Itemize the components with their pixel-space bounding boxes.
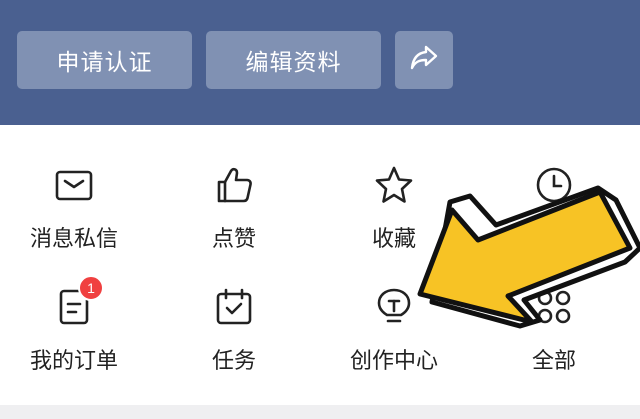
profile-header: 申请认证 编辑资料	[0, 0, 640, 125]
lightbulb-icon	[374, 287, 414, 327]
star-icon	[374, 165, 414, 205]
apply-verification-button[interactable]: 申请认证	[17, 31, 192, 89]
menu-item-messages[interactable]: 消息私信	[0, 125, 154, 252]
menu-item-likes[interactable]: 点赞	[154, 125, 314, 252]
thumbs-up-icon	[214, 165, 254, 205]
menu-item-tasks[interactable]: 任务	[154, 247, 314, 374]
edit-profile-button[interactable]: 编辑资料	[206, 31, 381, 89]
menu-item-creator-center[interactable]: 创作中心	[314, 247, 474, 374]
menu-item-all[interactable]: 全部	[474, 247, 634, 374]
message-envelope-icon	[54, 165, 94, 205]
menu-item-label: 任务	[211, 349, 256, 374]
menu-item-label: 创作中心	[349, 349, 438, 374]
share-button[interactable]	[395, 31, 453, 89]
clock-icon	[534, 165, 574, 205]
menu-item-favorites[interactable]: 收藏	[314, 125, 474, 252]
calendar-check-icon	[214, 287, 254, 327]
menu-item-label: 全部	[531, 349, 576, 374]
order-icon: 1	[54, 275, 104, 327]
share-icon	[407, 40, 441, 80]
menu-item-history[interactable]: 浏	[474, 125, 634, 252]
menu-item-label: 我的订单	[29, 349, 118, 374]
feature-grid: 消息私信 点赞 收藏 浏 1 我的订单 任务 创作中心 全部	[0, 125, 640, 405]
grid-dots-icon	[534, 287, 574, 327]
notification-badge: 1	[78, 275, 104, 301]
menu-item-orders[interactable]: 1 我的订单	[0, 247, 154, 374]
bottom-divider	[0, 405, 640, 419]
